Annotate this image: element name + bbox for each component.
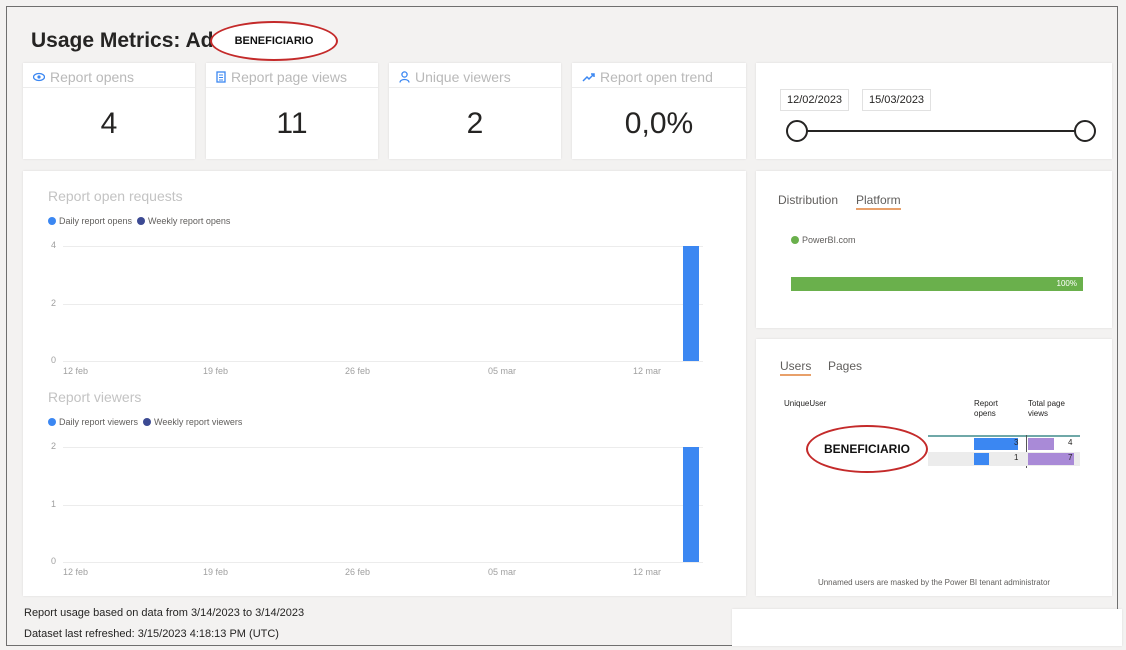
divider: [206, 87, 378, 88]
table-row[interactable]: 1 7: [928, 452, 1080, 466]
column-header-total-page-views[interactable]: Total page views: [1028, 399, 1082, 419]
kpi-label: Report page views: [216, 69, 347, 85]
page-views-value: 4: [1068, 438, 1073, 447]
blank-footer-panel: [732, 609, 1122, 646]
page-views-value: 7: [1068, 453, 1073, 462]
x-tick-label: 12 mar: [633, 567, 662, 577]
report-viewers-chart: 0 1 2 12 feb 19 feb 26 feb 05 mar 12 mar: [23, 372, 746, 584]
y-tick-label: 1: [51, 498, 57, 509]
slider-handle-end[interactable]: [1074, 120, 1096, 142]
eye-icon: [33, 72, 45, 82]
redaction-label: BENEFICIARIO: [234, 35, 314, 47]
kpi-value: 11: [276, 107, 308, 140]
divider: [389, 87, 561, 88]
kpi-label: Report opens: [33, 69, 134, 85]
platform-legend[interactable]: PowerBI.com: [791, 235, 856, 245]
tab-pages[interactable]: Pages: [828, 359, 862, 373]
tab-platform[interactable]: Platform: [856, 193, 901, 210]
start-date-input[interactable]: 12/02/2023: [780, 89, 850, 111]
table-row[interactable]: 3 4: [928, 437, 1080, 451]
kpi-card-open-trend[interactable]: Report open trend 0,0%: [572, 63, 746, 159]
tab-users[interactable]: Users: [780, 359, 812, 376]
report-opens-value: 3: [1014, 438, 1019, 447]
page-views-bar: [1028, 438, 1054, 450]
kpi-card-page-views[interactable]: Report page views 11: [206, 63, 378, 159]
kpi-label: Unique viewers: [399, 69, 511, 85]
redaction-oval: BENEFICIARIO: [210, 21, 338, 61]
gridline: [63, 361, 703, 362]
x-tick-label: 19 feb: [203, 567, 229, 577]
kpi-label: Report open trend: [582, 69, 713, 85]
kpi-card-report-opens[interactable]: Report opens 4: [23, 63, 195, 159]
divider: [572, 87, 746, 88]
gridline: [63, 447, 703, 448]
end-date-input[interactable]: 15/03/2023: [862, 89, 932, 111]
platform-bar[interactable]: 100%: [791, 277, 1083, 291]
slider-handle-start[interactable]: [786, 120, 808, 142]
gridline: [63, 303, 703, 305]
x-tick-label: 26 feb: [345, 567, 371, 577]
platform-card: Distribution Platform PowerBI.com 100%: [756, 171, 1112, 328]
report-usage-note: Report usage based on data from 3/14/202…: [24, 607, 305, 619]
y-tick-label: 0: [51, 355, 57, 365]
dataset-refresh-note: Dataset last refreshed: 3/15/2023 4:18:1…: [24, 628, 279, 640]
gridline: [63, 504, 703, 506]
users-card: Users Pages UniqueUser Report opens Tota…: [756, 339, 1112, 596]
y-tick-label: 2: [51, 297, 57, 308]
report-opens-value: 1: [1014, 453, 1019, 462]
report-opens-chart: 0 2 4 12 feb 19 feb 26 feb 05 mar 12 mar: [23, 171, 746, 383]
column-header-report-opens[interactable]: Report opens: [974, 399, 1018, 419]
bar-14-mar[interactable]: [683, 246, 699, 361]
legend-dot-powerbi: [791, 236, 799, 244]
bar-14-mar[interactable]: [683, 447, 699, 562]
y-tick-label: 4: [51, 240, 57, 250]
y-tick-label: 0: [51, 556, 57, 566]
column-header-uniqueuser[interactable]: UniqueUser: [784, 399, 826, 409]
x-tick-label: 05 mar: [488, 567, 517, 577]
tab-distribution[interactable]: Distribution: [778, 193, 838, 207]
kpi-value: 0,0%: [624, 107, 694, 140]
charts-card: Report open requests Daily report opens …: [23, 171, 746, 596]
kpi-value: 4: [100, 107, 118, 140]
gridline: [63, 562, 703, 563]
y-tick-label: 2: [51, 441, 57, 451]
x-tick-label: 12 feb: [63, 567, 89, 577]
date-slicer-card: 12/02/2023 15/03/2023: [756, 63, 1112, 159]
report-opens-bar: [974, 438, 1018, 450]
masked-user-label: BENEFICIARIO: [823, 442, 910, 456]
gridline: [63, 246, 703, 247]
kpi-value: 2: [466, 107, 484, 140]
divider: [23, 87, 195, 88]
person-icon: [399, 71, 410, 83]
kpi-card-unique-viewers[interactable]: Unique viewers 2: [389, 63, 561, 159]
platform-bar-label: 100%: [1056, 279, 1077, 288]
report-canvas: Usage Metrics: Ad BENEFICIARIO Report op…: [6, 6, 1122, 646]
slider-track[interactable]: [798, 130, 1084, 132]
trend-icon: [582, 73, 595, 82]
page-title: Usage Metrics: Ad: [31, 29, 214, 52]
users-footer-note: Unnamed users are masked by the Power BI…: [817, 578, 1051, 587]
redaction-oval: BENEFICIARIO: [806, 425, 928, 473]
page-icon: [216, 71, 226, 83]
report-opens-bar: [974, 453, 989, 465]
